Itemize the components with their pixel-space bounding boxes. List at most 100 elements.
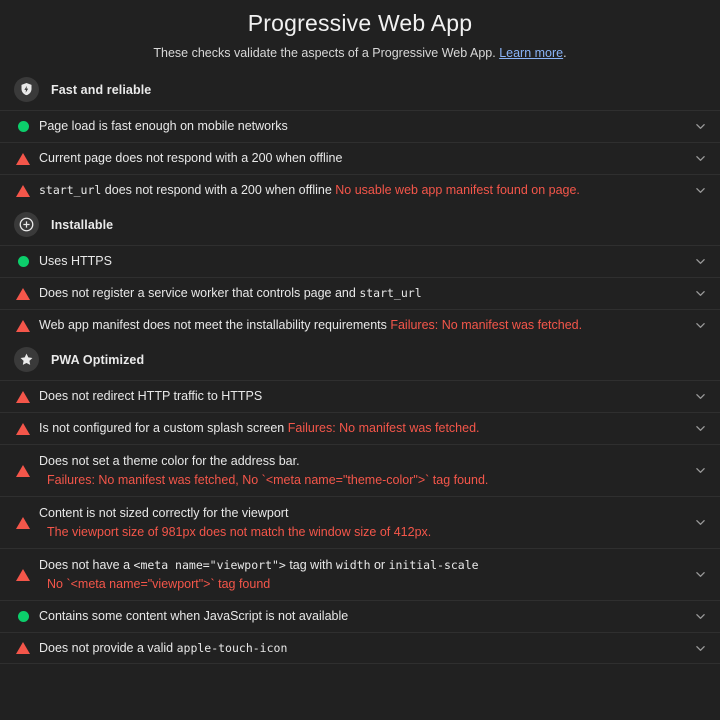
fail-triangle-icon [15, 152, 31, 165]
audit-failure-text: No usable web app manifest found on page… [335, 183, 580, 197]
audit-row[interactable]: Content is not sized correctly for the v… [0, 496, 720, 548]
plus-circle-icon [19, 217, 34, 232]
expand-toggle[interactable] [692, 641, 708, 656]
expand-toggle[interactable] [692, 609, 708, 624]
audit-row[interactable]: start_url does not respond with a 200 wh… [0, 174, 720, 206]
fail-triangle-icon [15, 422, 31, 435]
audit-title-text: apple-touch-icon [176, 640, 288, 655]
audit-title-text: initial-scale [388, 557, 479, 572]
status-fail-shape [16, 319, 30, 332]
audit-detail-line: No `<meta name="viewport">` tag found [39, 576, 682, 593]
shield-bolt-icon [19, 82, 34, 97]
audit-title-text: Web app manifest does not meet the insta… [39, 318, 391, 332]
pass-circle-icon [15, 256, 31, 267]
audit-title-text: Does not redirect HTTP traffic to HTTPS [39, 389, 263, 403]
audit-row[interactable]: Does not have a <meta name="viewport"> t… [0, 548, 720, 600]
chevron-down-icon [693, 318, 708, 333]
subtitle-text: These checks validate the aspects of a P… [153, 46, 496, 60]
audit-text: Does not have a <meta name="viewport"> t… [39, 557, 692, 593]
fail-triangle-icon [15, 516, 31, 529]
status-pass-shape [17, 121, 29, 132]
audit-failure-text: Failures: No manifest was fetched. [287, 421, 480, 435]
expand-toggle[interactable] [692, 463, 708, 478]
audit-failure-text: The viewport size of 981px does not matc… [47, 524, 432, 539]
audit-row[interactable]: Contains some content when JavaScript is… [0, 600, 720, 632]
section-header: Fast and reliable [0, 71, 720, 110]
audit-title-text: <meta name="viewport"> [133, 557, 286, 572]
audit-detail-line: Failures: No manifest was fetched, No `<… [39, 472, 682, 489]
audit-title-text: Current page does not respond with a 200… [39, 151, 343, 165]
status-fail-shape [16, 152, 30, 165]
audit-title-text: Does not have a [39, 557, 134, 572]
fail-triangle-icon [15, 464, 31, 477]
page-subtitle: These checks validate the aspects of a P… [0, 45, 720, 61]
fail-triangle-icon [15, 184, 31, 197]
report-header: Progressive Web App These checks validat… [0, 0, 720, 71]
audit-title-text: Contains some content when JavaScript is… [39, 609, 349, 623]
audit-failure-text: No `<meta name="viewport">` tag found [47, 576, 271, 591]
status-fail-shape [16, 568, 30, 581]
chevron-down-icon [693, 421, 708, 436]
audit-row[interactable]: Does not provide a valid apple-touch-ico… [0, 632, 720, 664]
chevron-down-icon [693, 567, 708, 582]
expand-toggle[interactable] [692, 254, 708, 269]
section-title: PWA Optimized [51, 352, 145, 367]
audit-detail-line: The viewport size of 981px does not matc… [39, 524, 682, 541]
audit-title-text: does not respond with a 200 when offline [101, 183, 336, 197]
section-title: Fast and reliable [51, 82, 152, 97]
audit-text: Content is not sized correctly for the v… [39, 505, 692, 541]
pass-circle-icon [15, 121, 31, 132]
page-title: Progressive Web App [247, 10, 473, 36]
audit-title-text: tag with [285, 557, 336, 572]
audit-text: Uses HTTPS [39, 253, 692, 270]
audit-title-text: Does not register a service worker that … [39, 286, 360, 300]
audit-row[interactable]: Does not register a service worker that … [0, 277, 720, 309]
chevron-down-icon [693, 183, 708, 198]
audit-row[interactable]: Is not configured for a custom splash sc… [0, 412, 720, 444]
audit-title-text: Does not provide a valid [39, 640, 177, 655]
audit-title-text: Content is not sized correctly for the v… [39, 505, 289, 520]
chevron-down-icon [693, 151, 708, 166]
status-fail-shape [16, 516, 30, 529]
pass-circle-icon [15, 611, 31, 622]
section-badge [14, 212, 39, 237]
chevron-down-icon [693, 254, 708, 269]
status-fail-shape [16, 287, 30, 300]
expand-toggle[interactable] [692, 183, 708, 198]
audit-row-group: Does not redirect HTTP traffic to HTTPS I… [0, 380, 720, 664]
audit-row[interactable]: Does not set a theme color for the addre… [0, 444, 720, 496]
section-header: PWA Optimized [0, 341, 720, 380]
status-fail-shape [16, 390, 30, 403]
audit-row-group: Uses HTTPS Does not register a service wo… [0, 245, 720, 341]
expand-toggle[interactable] [692, 421, 708, 436]
audit-row[interactable]: Web app manifest does not meet the insta… [0, 309, 720, 341]
expand-toggle[interactable] [692, 567, 708, 582]
audit-row[interactable]: Current page does not respond with a 200… [0, 142, 720, 174]
section-badge [14, 77, 39, 102]
chevron-down-icon [693, 609, 708, 624]
expand-toggle[interactable] [692, 318, 708, 333]
learn-more-link[interactable]: Learn more [499, 46, 563, 60]
star-icon [19, 352, 34, 367]
audit-text: Does not provide a valid apple-touch-ico… [39, 640, 692, 657]
audit-row[interactable]: Does not redirect HTTP traffic to HTTPS [0, 380, 720, 412]
audit-row[interactable]: Uses HTTPS [0, 245, 720, 277]
audit-text: Current page does not respond with a 200… [39, 150, 692, 167]
audit-title-text: start_url [359, 286, 422, 300]
audit-failure-text: Failures: No manifest was fetched, No `<… [47, 472, 489, 487]
section-header: Installable [0, 206, 720, 245]
chevron-down-icon [693, 463, 708, 478]
expand-toggle[interactable] [692, 286, 708, 301]
expand-toggle[interactable] [692, 389, 708, 404]
audit-row-group: Page load is fast enough on mobile netwo… [0, 110, 720, 206]
audit-row[interactable]: Page load is fast enough on mobile netwo… [0, 110, 720, 142]
audit-failure-text: Failures: No manifest was fetched. [390, 318, 583, 332]
audit-title-text: start_url [39, 183, 102, 197]
chevron-down-icon [693, 389, 708, 404]
audit-text: Does not redirect HTTP traffic to HTTPS [39, 388, 692, 405]
expand-toggle[interactable] [692, 119, 708, 134]
expand-toggle[interactable] [692, 151, 708, 166]
chevron-down-icon [693, 515, 708, 530]
expand-toggle[interactable] [692, 515, 708, 530]
audit-title-text: Does not set a theme color for the addre… [39, 453, 300, 468]
